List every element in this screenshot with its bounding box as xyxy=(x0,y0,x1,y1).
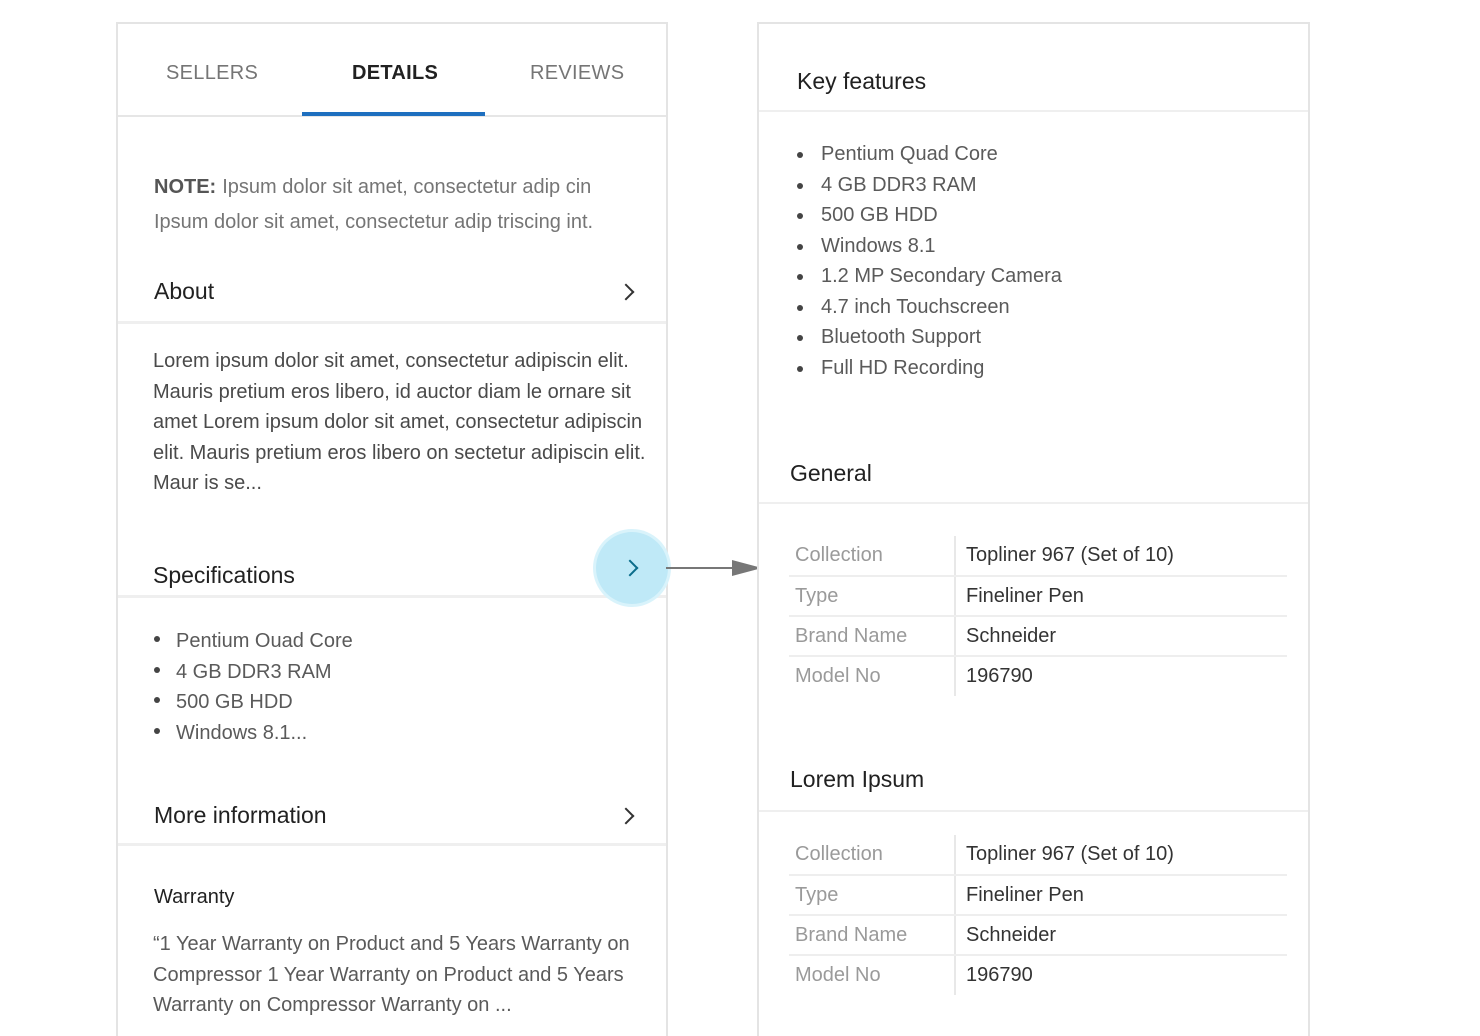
table-value: 196790 xyxy=(966,665,1033,687)
table-row: Collection Topliner 967 (Set of 10) xyxy=(789,835,1287,876)
active-tab-indicator xyxy=(302,112,485,116)
specifications-row[interactable]: Specifications xyxy=(118,532,666,598)
table-key: Brand Name xyxy=(789,616,956,657)
table-row: Type Fineliner Pen xyxy=(789,875,1287,916)
list-item: 500 GB HDD xyxy=(797,200,1062,231)
warranty-text: “1 Year Warranty on Product and 5 Years … xyxy=(153,933,630,1016)
tab-bar: SELLERS DETAILS REVIEWS xyxy=(118,24,666,117)
general-title: General xyxy=(790,460,872,486)
tab-sellers[interactable]: SELLERS xyxy=(166,62,258,85)
table-key: Model No xyxy=(789,656,956,696)
list-item: 1.2 MP Secondary Camera xyxy=(797,261,1062,292)
table-value: Schneider xyxy=(955,616,1287,657)
key-features-header: Key features xyxy=(759,24,1308,112)
table-row: Collection Topliner 967 (Set of 10) xyxy=(789,536,1287,577)
list-item: Bluetooth Support xyxy=(797,322,1062,353)
table-key: Type xyxy=(789,576,956,617)
list-item: Windows 8.1 xyxy=(797,231,1062,262)
chevron-right-icon xyxy=(621,559,639,577)
specifications-detail-panel: Key features Pentium Quad Core 4 GB DDR3… xyxy=(757,22,1310,1036)
table-row: Model No 196790 xyxy=(789,955,1287,995)
more-information-title: More information xyxy=(154,802,327,828)
details-panel: SELLERS DETAILS REVIEWS NOTE: Ipsum dolor… xyxy=(116,22,668,1036)
table-row: Model No 196790 xyxy=(789,656,1287,696)
warranty-title: Warranty xyxy=(154,886,235,908)
lorem-ipsum-table: Collection Topliner 967 (Set of 10) Type… xyxy=(789,835,1287,995)
list-item: Full HD Recording xyxy=(797,353,1062,384)
general-header: General xyxy=(759,416,1308,504)
specifications-title: Specifications xyxy=(153,562,295,588)
list-item: Pentium Ouad Core xyxy=(154,626,353,657)
general-table: Collection Topliner 967 (Set of 10) Type… xyxy=(789,536,1287,696)
about-title: About xyxy=(154,278,215,304)
list-item: 500 GB HDD xyxy=(154,687,353,718)
list-item: Windows 8.1... xyxy=(154,718,353,749)
list-item: 4 GB DDR3 RAM xyxy=(154,657,353,688)
table-value: Topliner 967 (Set of 10) xyxy=(955,536,1287,577)
lorem-ipsum-header: Lorem Ipsum xyxy=(759,724,1308,812)
table-key: Type xyxy=(789,875,956,916)
table-key: Collection xyxy=(789,835,956,876)
more-information-row[interactable]: More information xyxy=(118,780,666,846)
key-features-list: Pentium Quad Core 4 GB DDR3 RAM 500 GB H… xyxy=(797,139,1062,383)
chevron-right-icon xyxy=(617,807,635,825)
list-item: Pentium Quad Core xyxy=(797,139,1062,170)
table-row: Brand Name Schneider xyxy=(789,915,1287,956)
list-item: 4.7 inch Touchscreen xyxy=(797,292,1062,323)
table-value: Schneider xyxy=(955,915,1287,956)
table-value: Fineliner Pen xyxy=(955,875,1287,916)
lorem-ipsum-title: Lorem Ipsum xyxy=(790,766,925,792)
table-row: Type Fineliner Pen xyxy=(789,576,1287,617)
tab-reviews[interactable]: REVIEWS xyxy=(530,62,624,85)
chevron-right-icon xyxy=(617,283,635,301)
arrow-right-icon xyxy=(666,560,762,576)
table-value: Fineliner Pen xyxy=(955,576,1287,617)
table-key: Model No xyxy=(789,955,956,995)
about-row[interactable]: About xyxy=(118,258,666,324)
note-text: NOTE: Ipsum dolor sit amet, consectetur a… xyxy=(154,170,644,240)
note-label: NOTE: xyxy=(154,176,217,198)
note-body: Ipsum dolor sit amet, consectetur adip c… xyxy=(154,176,594,233)
table-value: 196790 xyxy=(966,964,1033,986)
specifications-expand-button[interactable] xyxy=(596,532,668,604)
table-row: Brand Name Schneider xyxy=(789,616,1287,657)
table-value: Topliner 967 (Set of 10) xyxy=(955,835,1287,876)
about-text: Lorem ipsum dolor sit amet, consectetur … xyxy=(153,350,646,494)
tab-details[interactable]: DETAILS xyxy=(352,62,438,85)
table-key: Collection xyxy=(789,536,956,577)
specifications-list: Pentium Ouad Core 4 GB DDR3 RAM 500 GB H… xyxy=(154,626,353,748)
key-features-title: Key features xyxy=(797,68,927,94)
list-item: 4 GB DDR3 RAM xyxy=(797,170,1062,201)
table-key: Brand Name xyxy=(789,915,956,956)
